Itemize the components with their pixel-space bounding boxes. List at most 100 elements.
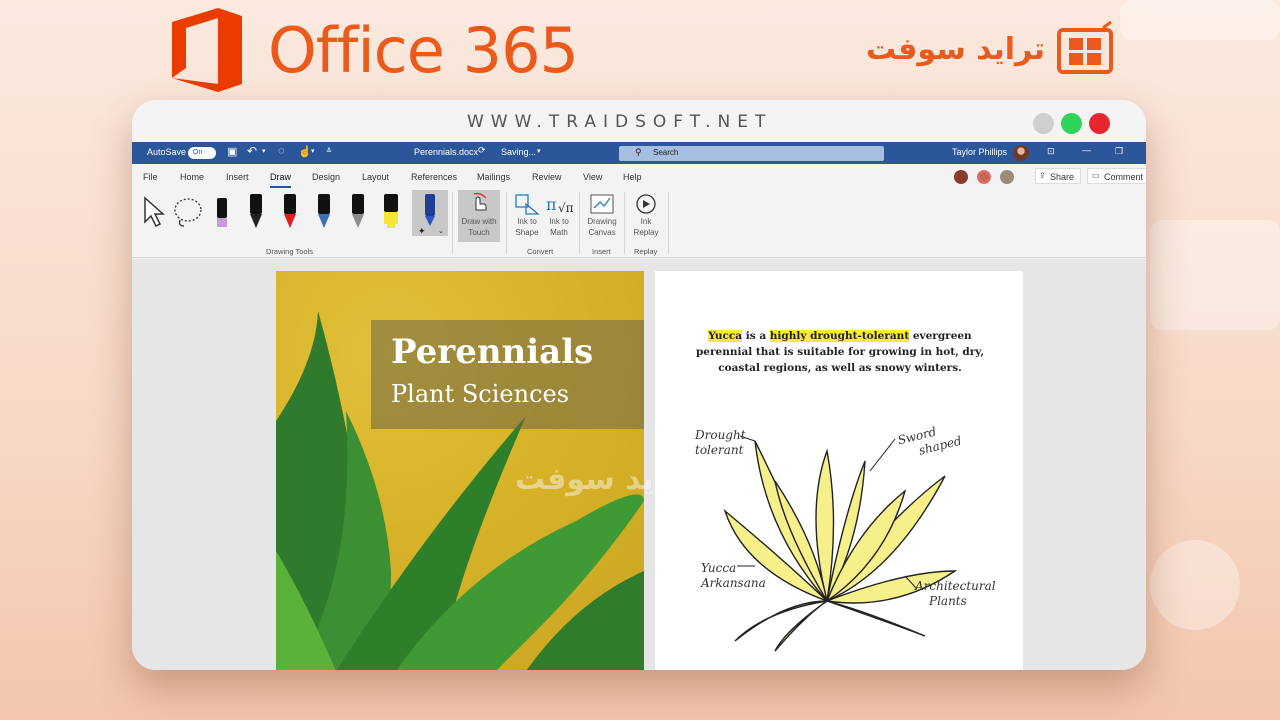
tab-view[interactable]: View xyxy=(583,172,602,182)
content-page[interactable]: Yucca is a highly drought-tolerant everg… xyxy=(655,271,1023,670)
redo-icon[interactable]: ◌ xyxy=(278,145,285,157)
separator xyxy=(579,192,580,254)
traidsoft-brand: ترايد سوفت xyxy=(866,20,1121,78)
tab-help[interactable]: Help xyxy=(623,172,642,182)
separator xyxy=(624,192,625,254)
traidsoft-name: ترايد سوفت xyxy=(866,31,1045,67)
ink-replay-icon xyxy=(636,194,656,214)
coauthor-avatar[interactable] xyxy=(954,170,968,184)
window-maximize-dot[interactable] xyxy=(1061,113,1082,134)
tab-design[interactable]: Design xyxy=(312,172,340,182)
dropdown-icon[interactable]: ▾ xyxy=(537,147,541,155)
word-title-bar: AutoSave On ▣ ↶ ▾ ◌ ☝ ▾ ≚ Perennials.doc… xyxy=(132,142,1146,164)
pen-blue-selected-icon[interactable]: ✦ ⌄ xyxy=(412,190,448,236)
coauthor-avatar[interactable] xyxy=(1000,170,1014,184)
pen-silver-icon[interactable] xyxy=(348,192,368,237)
lasso-select-icon[interactable] xyxy=(172,196,206,233)
ribbon-tabs: File Home Insert Draw Design Layout Refe… xyxy=(132,164,1146,188)
customize-icon[interactable]: ≚ xyxy=(326,147,332,155)
separator xyxy=(668,192,669,254)
group-replay: Replay xyxy=(634,247,658,256)
svg-text:π: π xyxy=(546,195,557,214)
separator xyxy=(506,192,507,254)
office-brand: Office 365 xyxy=(170,6,579,94)
minimize-icon[interactable]: — xyxy=(1082,145,1091,155)
tab-draw[interactable]: Draw xyxy=(270,172,292,188)
select-pointer-icon[interactable] xyxy=(141,196,165,233)
highlighter-yellow-icon[interactable] xyxy=(380,192,402,237)
pen-red-icon[interactable] xyxy=(280,192,300,237)
draw-touch-icon xyxy=(473,192,487,211)
office-logo-icon xyxy=(170,6,244,94)
autosave-toggle[interactable]: On xyxy=(188,147,216,159)
tab-layout[interactable]: Layout xyxy=(362,172,389,182)
pen-galaxy-icon[interactable] xyxy=(314,192,334,237)
document-title: Perennials xyxy=(391,332,594,372)
save-status: Saving... xyxy=(501,147,537,157)
eraser-pen-icon[interactable] xyxy=(212,192,232,237)
window-top-bar: WWW.TRAIDSOFT.NET xyxy=(132,100,1146,142)
ink-to-math-button[interactable]: π √π Ink to Math xyxy=(544,192,574,237)
tab-review[interactable]: Review xyxy=(532,172,562,182)
background-decoration xyxy=(1150,540,1240,630)
file-name: Perennials.docx xyxy=(414,147,479,157)
annotation-drought-tolerant: Drought tolerant xyxy=(695,428,746,457)
search-box[interactable]: ⚲ Search xyxy=(619,146,884,161)
share-button[interactable]: ⇪ Share xyxy=(1035,168,1081,184)
draw-with-touch-button[interactable]: Draw with Touch xyxy=(458,190,500,242)
drawing-canvas-button[interactable]: Drawing Canvas xyxy=(584,192,620,237)
tab-references[interactable]: References xyxy=(411,172,457,182)
svg-text:✦: ✦ xyxy=(418,226,426,236)
comment-button[interactable]: ▭ Comment xyxy=(1087,168,1146,184)
draw-ribbon: ✦ ⌄ Drawing Tools Draw with Touch Ink to … xyxy=(132,188,1146,258)
ink-to-shape-button[interactable]: Ink to Shape xyxy=(512,192,542,237)
share-label: Share xyxy=(1050,172,1075,182)
pen-black-icon[interactable] xyxy=(246,192,266,237)
title-banner: Perennials Plant Sciences xyxy=(371,320,644,429)
office-title: Office 365 xyxy=(268,13,579,87)
comment-label: Comment xyxy=(1104,172,1144,182)
save-icon[interactable]: ▣ xyxy=(227,145,237,158)
tab-home[interactable]: Home xyxy=(180,172,204,182)
window-minimize-dot[interactable] xyxy=(1033,113,1054,134)
group-convert: Convert xyxy=(527,247,554,256)
user-avatar[interactable] xyxy=(1013,145,1029,161)
sync-icon: ⟳ xyxy=(478,145,486,155)
traidsoft-logo-icon xyxy=(1053,20,1121,78)
tab-mailings[interactable]: Mailings xyxy=(477,172,510,182)
window-close-dot[interactable] xyxy=(1089,113,1110,134)
ink-replay-button[interactable]: Ink Replay xyxy=(630,192,662,237)
ink-replay-label: Ink Replay xyxy=(633,217,659,237)
ink-math-label: Ink to Math xyxy=(549,217,569,237)
watermark-text: ترايد سوفت xyxy=(515,462,694,497)
undo-icon[interactable]: ↶ xyxy=(247,144,257,158)
restore-icon[interactable]: ❐ xyxy=(1115,146,1123,157)
dropdown-icon[interactable]: ▾ xyxy=(311,147,315,155)
group-insert: Insert xyxy=(592,247,611,256)
svg-text:⌄: ⌄ xyxy=(438,228,444,235)
share-icon: ⇪ xyxy=(1039,171,1046,180)
app-window: WWW.TRAIDSOFT.NET AutoSave On ▣ ↶ ▾ ◌ ☝ … xyxy=(132,100,1146,670)
site-url: WWW.TRAIDSOFT.NET xyxy=(467,112,773,132)
ink-math-icon: π √π xyxy=(546,195,574,215)
ribbon-display-icon[interactable]: ⊡ xyxy=(1047,146,1055,157)
coauthor-avatar[interactable] xyxy=(977,170,991,184)
touch-mode-icon[interactable]: ☝ xyxy=(298,145,312,158)
annotation-architectural-plants: Architectural Plants xyxy=(915,579,996,608)
annotation-yucca-arkansana: Yucca Arkansana xyxy=(701,561,766,590)
search-placeholder: Search xyxy=(653,148,679,157)
autosave-label: AutoSave xyxy=(147,147,187,157)
drawing-canvas-label: Drawing Canvas xyxy=(587,217,617,237)
svg-text:√π: √π xyxy=(558,201,574,215)
background-decoration xyxy=(1150,220,1280,330)
tab-insert[interactable]: Insert xyxy=(226,172,249,182)
user-name[interactable]: Taylor Phillips xyxy=(952,147,1007,157)
separator xyxy=(452,192,453,254)
dropdown-icon[interactable]: ▾ xyxy=(262,147,266,155)
comment-icon: ▭ xyxy=(1092,171,1100,180)
group-drawing-tools: Drawing Tools xyxy=(266,247,313,256)
search-icon: ⚲ xyxy=(635,147,642,157)
yucca-sketch-image xyxy=(723,435,958,652)
tab-file[interactable]: File xyxy=(143,172,158,182)
document-subtitle: Plant Sciences xyxy=(391,380,570,408)
